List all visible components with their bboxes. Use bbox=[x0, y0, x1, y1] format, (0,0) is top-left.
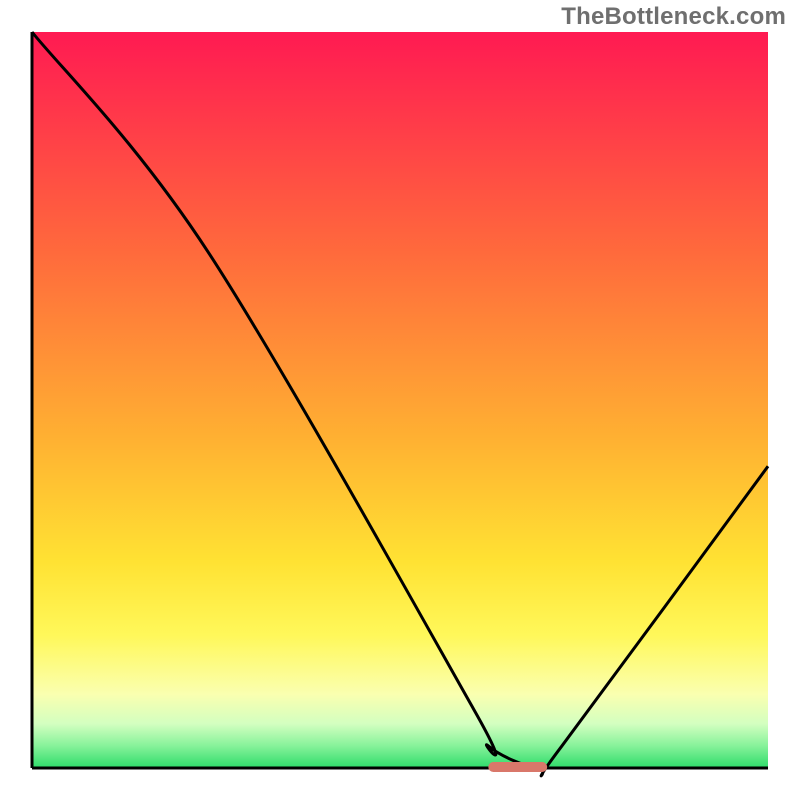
chart-svg bbox=[0, 0, 800, 800]
chart-container: TheBottleneck.com bbox=[0, 0, 800, 800]
plot-background bbox=[32, 32, 768, 768]
optimal-range-marker bbox=[488, 762, 547, 772]
